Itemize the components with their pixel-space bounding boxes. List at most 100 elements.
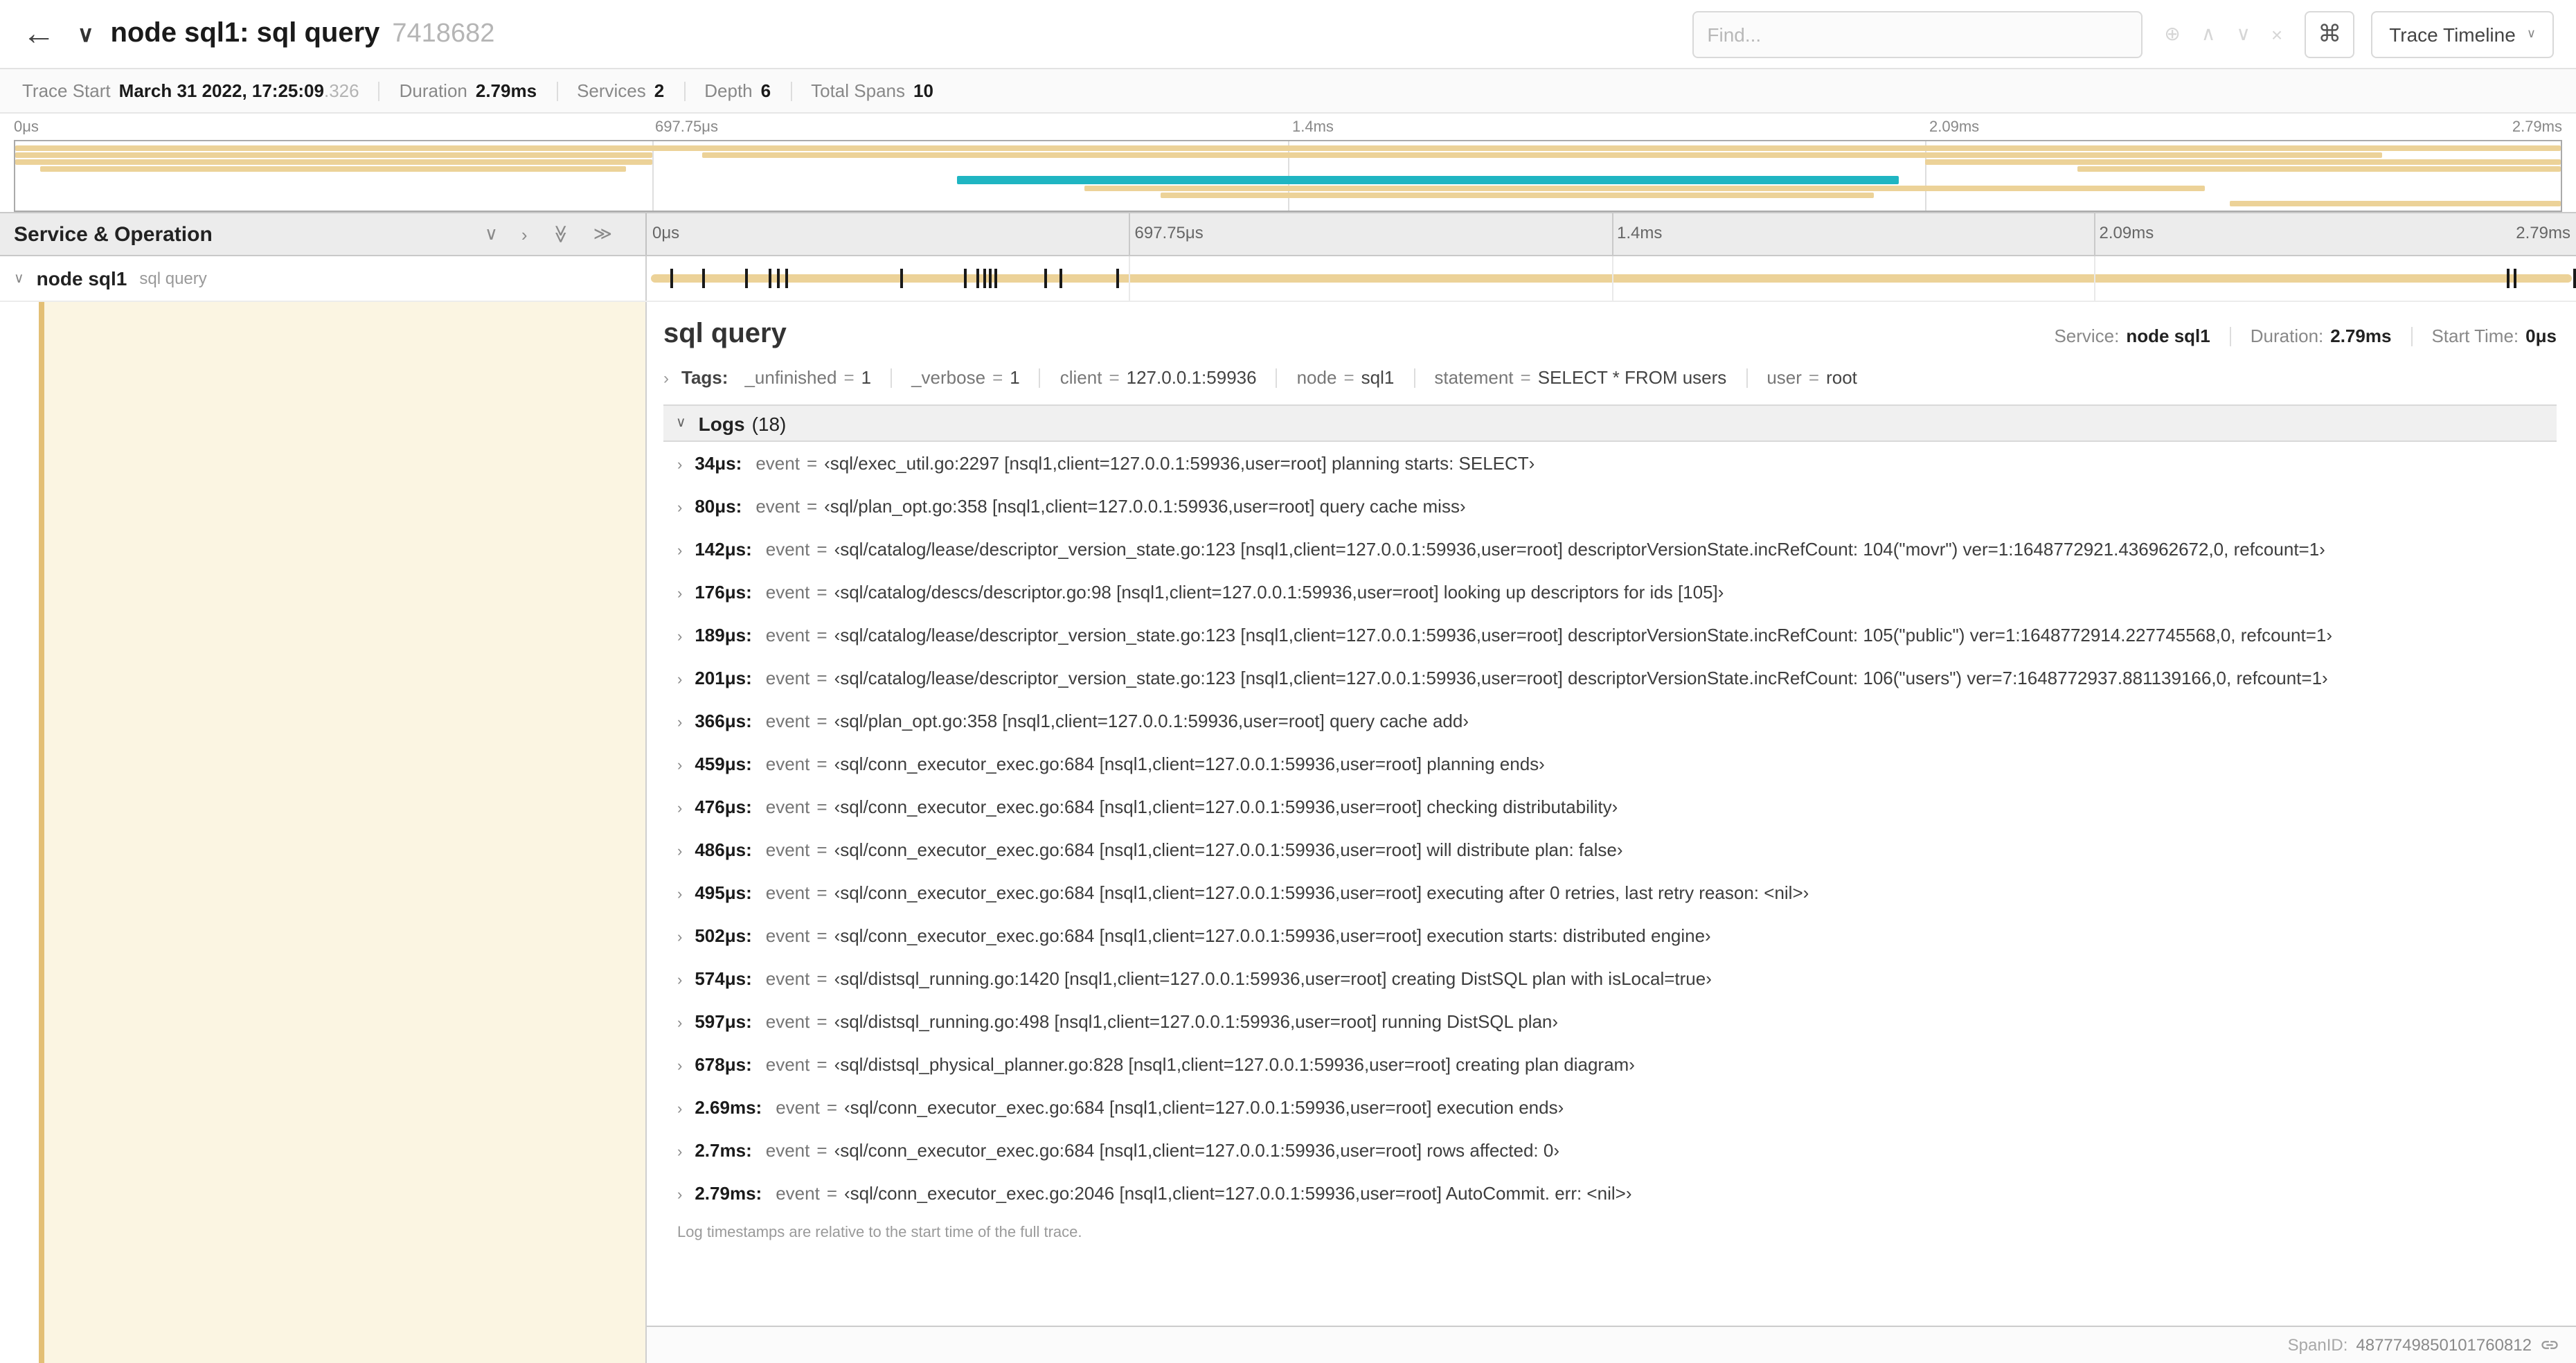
- tag-value: 127.0.0.1:59936: [1127, 367, 1257, 388]
- tag-divider: [891, 368, 892, 387]
- log-event-tick[interactable]: [900, 269, 902, 288]
- tag-item[interactable]: user=root: [1766, 367, 1857, 388]
- log-key: event: [766, 711, 810, 731]
- log-event-tick[interactable]: [745, 269, 748, 288]
- log-row[interactable]: ›597μs:event=‹sql/distsql_running.go:498…: [663, 1000, 2557, 1043]
- span-row-name-cell[interactable]: ∨ node sql1 sql query: [0, 256, 645, 301]
- overview-label: Service:: [2054, 326, 2119, 346]
- tag-item[interactable]: statement=SELECT * FROM users: [1434, 367, 1726, 388]
- log-event-tick[interactable]: [989, 269, 992, 288]
- log-row[interactable]: ›189μs:event=‹sql/catalog/lease/descript…: [663, 614, 2557, 657]
- trace-title-text: node sql1: sql query: [110, 18, 379, 50]
- log-equals: =: [816, 1054, 827, 1075]
- log-row[interactable]: ›366μs:event=‹sql/plan_opt.go:358 [nsql1…: [663, 700, 2557, 742]
- log-event-tick[interactable]: [964, 269, 967, 288]
- log-event-tick[interactable]: [994, 269, 996, 288]
- stat-value-fraction: .326: [324, 80, 359, 101]
- keyboard-shortcuts-button[interactable]: ⌘: [2305, 10, 2354, 57]
- chevron-right-icon: ›: [677, 543, 682, 560]
- log-row[interactable]: ›502μs:event=‹sql/conn_executor_exec.go:…: [663, 914, 2557, 957]
- span-row-timeline[interactable]: [645, 256, 2576, 301]
- log-event-tick[interactable]: [769, 269, 771, 288]
- log-row[interactable]: ›2.7ms:event=‹sql/conn_executor_exec.go:…: [663, 1129, 2557, 1172]
- log-event-tick[interactable]: [778, 269, 780, 288]
- log-key: event: [766, 968, 810, 989]
- log-value: ‹sql/conn_executor_exec.go:684 [nsql1,cl…: [834, 796, 1618, 817]
- span-row[interactable]: ∨ node sql1 sql query: [0, 256, 2576, 302]
- detail-left-gutter: [0, 302, 645, 1363]
- log-row[interactable]: ›574μs:event=‹sql/distsql_running.go:142…: [663, 957, 2557, 1000]
- trace-collapse-chevron-icon[interactable]: ∨: [78, 20, 93, 48]
- page-title: node sql1: sql query 7418682: [110, 18, 494, 50]
- tag-key: user: [1766, 367, 1802, 388]
- clear-search-icon[interactable]: ×: [2271, 23, 2282, 45]
- minimap-span: [15, 159, 652, 165]
- overview-item: Service:node sql1: [2054, 326, 2210, 346]
- log-row[interactable]: ›476μs:event=‹sql/conn_executor_exec.go:…: [663, 785, 2557, 828]
- tag-key: node: [1297, 367, 1337, 388]
- link-icon[interactable]: [2540, 1335, 2559, 1355]
- log-row[interactable]: ›459μs:event=‹sql/conn_executor_exec.go:…: [663, 742, 2557, 785]
- stat-label: Trace Start: [22, 80, 111, 101]
- log-event-tick[interactable]: [1116, 269, 1118, 288]
- stats-divider: [790, 81, 791, 100]
- log-event-tick[interactable]: [1044, 269, 1046, 288]
- minimap-span: [1084, 186, 2204, 191]
- log-event-tick[interactable]: [670, 269, 673, 288]
- log-event-tick[interactable]: [786, 269, 789, 288]
- prev-result-icon[interactable]: ∧: [2201, 22, 2216, 46]
- log-row[interactable]: ›142μs:event=‹sql/catalog/lease/descript…: [663, 528, 2557, 571]
- log-row[interactable]: ›34μs:event=‹sql/exec_util.go:2297 [nsql…: [663, 442, 2557, 485]
- stat-label: Duration: [400, 80, 467, 101]
- collapse-one-icon[interactable]: ∨: [485, 223, 498, 245]
- log-event-tick[interactable]: [2573, 269, 2576, 288]
- tag-item[interactable]: client=127.0.0.1:59936: [1060, 367, 1257, 388]
- log-row[interactable]: ›2.79ms:event=‹sql/conn_executor_exec.go…: [663, 1172, 2557, 1215]
- log-row[interactable]: ›495μs:event=‹sql/conn_executor_exec.go:…: [663, 871, 2557, 914]
- log-event-tick[interactable]: [1059, 269, 1062, 288]
- minimap-span: [957, 176, 1899, 184]
- expand-one-icon[interactable]: ›: [521, 224, 528, 244]
- log-row[interactable]: ›678μs:event=‹sql/distsql_physical_plann…: [663, 1043, 2557, 1086]
- find-input[interactable]: [1692, 10, 2142, 57]
- log-event-tick[interactable]: [2514, 269, 2516, 288]
- tag-item[interactable]: _unfinished=1: [744, 367, 871, 388]
- tag-item[interactable]: node=sql1: [1297, 367, 1395, 388]
- chevron-right-icon: ›: [663, 368, 669, 387]
- log-equals: =: [816, 925, 827, 946]
- minimap-canvas[interactable]: [14, 140, 2562, 212]
- view-selector-button[interactable]: Trace Timeline ∨: [2371, 10, 2554, 57]
- tags-row[interactable]: › Tags: _unfinished=1_verbose=1client=12…: [663, 367, 2557, 388]
- chevron-right-icon: ›: [677, 586, 682, 603]
- log-event-tick[interactable]: [2507, 269, 2510, 288]
- log-value: ‹sql/conn_executor_exec.go:684 [nsql1,cl…: [834, 754, 1545, 774]
- locate-span-icon[interactable]: ⊕: [2164, 22, 2180, 46]
- log-row[interactable]: ›80μs:event=‹sql/plan_opt.go:358 [nsql1,…: [663, 485, 2557, 528]
- log-value: ‹sql/plan_opt.go:358 [nsql1,client=127.0…: [834, 711, 1469, 731]
- log-event-tick[interactable]: [702, 269, 705, 288]
- log-event-tick[interactable]: [983, 269, 985, 288]
- collapse-all-icon[interactable]: ≫: [549, 224, 571, 243]
- span-detail-title: sql query: [663, 319, 787, 350]
- minimap-span: [15, 145, 2561, 151]
- overview-divider: [2230, 326, 2231, 346]
- logs-header[interactable]: ∨ Logs (18): [663, 404, 2557, 442]
- span-collapse-caret-icon[interactable]: ∨: [14, 271, 24, 286]
- log-row[interactable]: ›486μs:event=‹sql/conn_executor_exec.go:…: [663, 828, 2557, 871]
- log-key: event: [776, 1097, 820, 1118]
- expand-all-icon[interactable]: ≫: [593, 223, 612, 245]
- ruler-tick-label: 2.09ms: [2100, 223, 2154, 242]
- tag-key: _unfinished: [744, 367, 837, 388]
- log-row[interactable]: ›201μs:event=‹sql/catalog/lease/descript…: [663, 657, 2557, 700]
- next-result-icon[interactable]: ∨: [2236, 22, 2251, 46]
- log-row[interactable]: ›176μs:event=‹sql/catalog/descs/descript…: [663, 571, 2557, 614]
- log-event-tick[interactable]: [976, 269, 978, 288]
- log-row[interactable]: ›2.69ms:event=‹sql/conn_executor_exec.go…: [663, 1086, 2557, 1129]
- back-button[interactable]: ←: [22, 17, 55, 51]
- log-timestamp: 486μs:: [695, 839, 751, 860]
- caret-down-icon: ∨: [2527, 26, 2536, 42]
- tag-item[interactable]: _verbose=1: [911, 367, 1020, 388]
- minimap-span: [1161, 193, 1873, 198]
- log-equals: =: [816, 668, 827, 688]
- log-key: event: [766, 668, 810, 688]
